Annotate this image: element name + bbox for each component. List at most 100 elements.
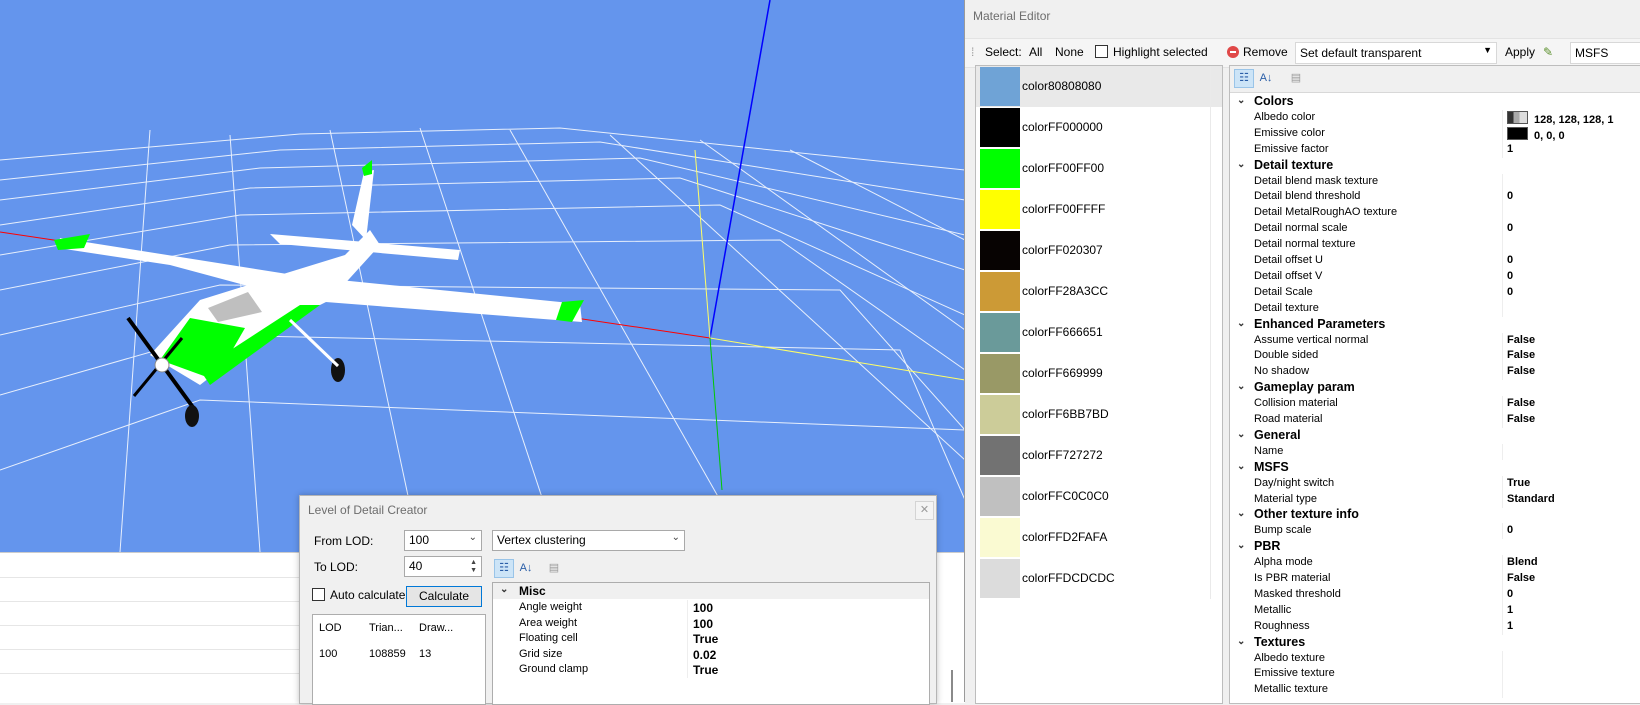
property-value[interactable]: 1 xyxy=(1507,143,1513,155)
property-row[interactable]: Assume vertical normal False xyxy=(1230,332,1640,349)
auto-calculate-checkbox[interactable]: Auto calculate xyxy=(312,588,405,602)
stepper-arrows-icon[interactable]: ▲ ▼ xyxy=(470,559,477,575)
property-row[interactable]: Floating cell True xyxy=(493,631,929,647)
material-list-item[interactable]: colorFF00FF00 xyxy=(976,148,1222,189)
chevron-down-icon[interactable]: ⌄ xyxy=(1237,381,1245,392)
property-value[interactable]: 128, 128, 128, 1 xyxy=(1507,110,1614,126)
property-value[interactable]: False xyxy=(1507,397,1535,409)
property-row[interactable]: Collision material False xyxy=(1230,396,1640,413)
property-value[interactable]: True xyxy=(1507,477,1530,489)
property-category[interactable]: ⌄ Textures xyxy=(1230,635,1640,651)
column-header-triangles[interactable]: Trian... xyxy=(369,622,403,634)
property-row[interactable]: Detail MetalRoughAO texture xyxy=(1230,205,1640,222)
preset-dropdown[interactable]: Set default transparent ▼ xyxy=(1295,42,1497,64)
property-value[interactable]: Standard xyxy=(1507,493,1555,505)
chevron-down-icon[interactable]: ⌄ xyxy=(500,584,508,595)
chevron-down-icon[interactable]: ⌄ xyxy=(1237,429,1245,440)
property-value[interactable]: 0 xyxy=(1507,524,1513,536)
material-list-item[interactable]: colorFF727272 xyxy=(976,435,1222,476)
property-row[interactable]: Material type Standard xyxy=(1230,491,1640,508)
chevron-down-icon[interactable]: ⌄ xyxy=(1237,636,1245,647)
property-value[interactable]: 0.02 xyxy=(693,648,716,662)
property-value[interactable]: 0 xyxy=(1507,588,1513,600)
material-list-item[interactable]: colorFF020307 xyxy=(976,230,1222,271)
property-row[interactable]: Metallic 1 xyxy=(1230,602,1640,619)
property-value[interactable]: 0 xyxy=(1507,270,1513,282)
material-list-item[interactable]: colorFF666651 xyxy=(976,312,1222,353)
checkbox-box[interactable] xyxy=(312,588,325,601)
chevron-down-icon[interactable]: ⌄ xyxy=(1237,159,1245,170)
property-value[interactable]: False xyxy=(1507,334,1535,346)
property-category[interactable]: ⌄ Enhanced Parameters xyxy=(1230,317,1640,333)
table-cell[interactable]: 13 xyxy=(419,648,431,660)
property-row[interactable]: Roughness 1 xyxy=(1230,618,1640,635)
property-row[interactable]: Ground clamp True xyxy=(493,662,929,678)
property-category[interactable]: ⌄ PBR xyxy=(1230,539,1640,555)
property-value[interactable]: False xyxy=(1507,413,1535,425)
property-row[interactable]: Angle weight 100 xyxy=(493,600,929,616)
select-all-button[interactable]: All xyxy=(1029,45,1042,59)
chevron-down-icon[interactable]: ⌄ xyxy=(1237,318,1245,329)
material-list-item[interactable]: colorFFC0C0C0 xyxy=(976,476,1222,517)
property-category[interactable]: ⌄ Colors xyxy=(1230,94,1640,110)
property-value[interactable]: False xyxy=(1507,365,1535,377)
material-list-item[interactable]: colorFF000000 xyxy=(976,107,1222,148)
to-lod-stepper[interactable]: 40 ▲ ▼ xyxy=(404,556,482,577)
sort-alphabetical-icon[interactable]: A↓ xyxy=(1256,69,1276,88)
property-value[interactable]: 1 xyxy=(1507,620,1513,632)
property-row[interactable]: Bump scale 0 xyxy=(1230,523,1640,540)
property-value[interactable]: 0 xyxy=(1507,190,1513,202)
property-value[interactable]: 0 xyxy=(1507,222,1513,234)
property-value[interactable]: False xyxy=(1507,349,1535,361)
airplane-model[interactable] xyxy=(54,160,584,427)
property-row[interactable]: Detail offset U 0 xyxy=(1230,253,1640,269)
material-list-item[interactable]: colorFF669999 xyxy=(976,353,1222,394)
chevron-down-icon[interactable]: ⌄ xyxy=(1237,540,1245,551)
property-row[interactable]: Masked threshold 0 xyxy=(1230,586,1640,603)
scrollbar-thumb[interactable] xyxy=(951,670,953,702)
property-value[interactable]: True xyxy=(693,663,718,677)
property-value[interactable]: 1 xyxy=(1507,604,1513,616)
close-icon[interactable]: ✕ xyxy=(915,501,934,520)
material-list-item[interactable]: color80808080 xyxy=(976,66,1222,107)
table-cell[interactable]: 108859 xyxy=(369,648,406,660)
property-value[interactable]: Blend xyxy=(1507,556,1538,568)
property-category[interactable]: ⌄ General xyxy=(1230,428,1640,444)
property-value[interactable]: 100 xyxy=(693,617,713,631)
chevron-down-icon[interactable]: ⌄ xyxy=(1237,95,1245,106)
property-row[interactable]: Alpha mode Blend xyxy=(1230,555,1640,572)
property-value[interactable]: 100 xyxy=(693,601,713,615)
property-value[interactable]: True xyxy=(693,632,718,646)
property-row[interactable]: Detail normal texture xyxy=(1230,237,1640,254)
column-header-draw-calls[interactable]: Draw... xyxy=(419,622,453,634)
property-category[interactable]: ⌄ Gameplay param xyxy=(1230,380,1640,396)
column-header-lod[interactable]: LOD xyxy=(319,622,342,634)
property-pages-icon[interactable]: ▤ xyxy=(544,559,564,578)
property-category[interactable]: ⌄ Other texture info xyxy=(1230,507,1640,523)
categorized-view-icon[interactable]: ☷ xyxy=(1234,69,1254,88)
lod-table[interactable]: LOD Trian... Draw... 100 108859 13 xyxy=(312,614,486,705)
property-row[interactable]: Detail blend mask texture xyxy=(1230,173,1640,190)
property-row[interactable]: Area weight 100 xyxy=(493,615,929,632)
highlight-selected-checkbox[interactable]: Highlight selected xyxy=(1095,45,1208,59)
property-row[interactable]: Detail Scale 0 xyxy=(1230,284,1640,301)
property-row[interactable]: Detail offset V 0 xyxy=(1230,268,1640,285)
viewport-canvas[interactable] xyxy=(0,0,965,552)
property-row[interactable]: Detail normal scale 0 xyxy=(1230,221,1640,238)
property-row[interactable]: Double sided False xyxy=(1230,348,1640,365)
property-row[interactable]: Name xyxy=(1230,443,1640,460)
property-value[interactable]: 0, 0, 0 xyxy=(1507,126,1565,142)
chevron-down-icon[interactable]: ⌄ xyxy=(1237,508,1245,519)
material-list[interactable]: color80808080 colorFF000000 colorFF00FF00 c… xyxy=(975,65,1223,704)
property-row[interactable]: Detail blend threshold 0 xyxy=(1230,189,1640,206)
property-row[interactable]: Is PBR material False xyxy=(1230,571,1640,587)
property-row[interactable]: No shadow False xyxy=(1230,364,1640,381)
property-value[interactable]: 0 xyxy=(1507,286,1513,298)
property-row[interactable]: Metallic texture xyxy=(1230,682,1640,699)
table-cell[interactable]: 100 xyxy=(319,648,337,660)
property-category-misc[interactable]: ⌄ Misc xyxy=(493,583,929,599)
tools-icon[interactable]: ✎ xyxy=(1543,45,1553,59)
sim-dropdown[interactable]: MSFS xyxy=(1570,42,1640,64)
property-category[interactable]: ⌄ Detail texture xyxy=(1230,158,1640,174)
select-none-button[interactable]: None xyxy=(1055,45,1084,59)
